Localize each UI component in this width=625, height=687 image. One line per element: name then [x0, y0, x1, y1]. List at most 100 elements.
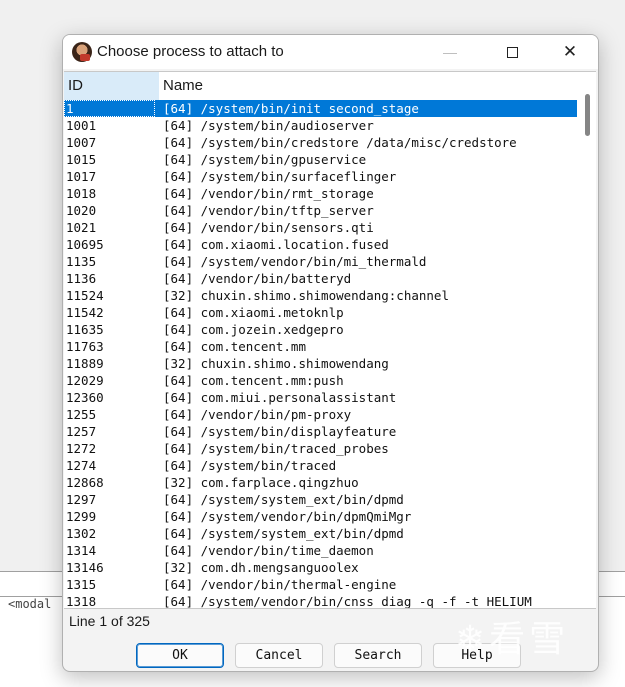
scrollbar-thumb[interactable]	[585, 94, 590, 136]
process-id: 1315	[66, 577, 97, 592]
title-bar: Choose process to attach to — ✕	[63, 35, 598, 69]
process-name: [64] /system/bin/surfaceflinger	[163, 169, 397, 184]
process-row[interactable]: 1297 [64] /system/system_ext/bin/dpmd	[64, 491, 577, 508]
vertical-scrollbar[interactable]	[579, 72, 596, 608]
process-row[interactable]: 1007 [64] /system/bin/credstore /data/mis…	[64, 134, 577, 151]
minimize-button[interactable]: —	[427, 35, 473, 69]
process-name: [64] com.jozein.xedgepro	[163, 322, 344, 337]
process-id: 13146	[66, 560, 104, 575]
process-row[interactable]: 1136 [64] /vendor/bin/batteryd	[64, 270, 577, 287]
process-id: 10695	[66, 237, 104, 252]
process-name: [64] com.tencent.mm	[163, 339, 306, 354]
process-name: [64] /vendor/bin/thermal-engine	[163, 577, 397, 592]
process-id: 1021	[66, 220, 97, 235]
process-row[interactable]: 1318 [64] /system/vendor/bin/cnss_diag -q…	[64, 593, 577, 609]
process-row[interactable]: 11524 [32] chuxin.shimo.shimowendang:chan…	[64, 287, 577, 304]
process-row[interactable]: 10695 [64] com.xiaomi.location.fused	[64, 236, 577, 253]
process-name: [64] /vendor/bin/batteryd	[163, 271, 352, 286]
process-row[interactable]: 12360 [64] com.miui.personalassistant	[64, 389, 577, 406]
process-row[interactable]: 1 [64] /system/bin/init second_stage	[64, 100, 577, 117]
process-id: 11542	[66, 305, 104, 320]
cancel-button[interactable]: Cancel	[235, 643, 323, 668]
process-row[interactable]: 12029 [64] com.tencent.mm:push	[64, 372, 577, 389]
process-name: [32] com.farplace.qingzhuo	[163, 475, 359, 490]
process-id: 1272	[66, 441, 97, 456]
process-id: 1314	[66, 543, 97, 558]
process-name: [64] /system/bin/init second_stage	[163, 101, 419, 116]
process-id: 11635	[66, 322, 104, 337]
attach-process-dialog: Choose process to attach to — ✕ ID Name …	[62, 34, 599, 672]
dialog-title: Choose process to attach to	[97, 43, 284, 60]
process-list[interactable]: ID Name 1 [64] /system/bin/init second_st…	[64, 71, 596, 609]
close-button[interactable]: ✕	[547, 35, 593, 69]
search-button[interactable]: Search	[334, 643, 422, 668]
process-row[interactable]: 1001 [64] /system/bin/audioserver	[64, 117, 577, 134]
process-name: [64] /system/bin/traced_probes	[163, 441, 389, 456]
process-id: 1	[64, 100, 155, 117]
process-name: [64] com.xiaomi.location.fused	[163, 237, 389, 252]
process-id: 1257	[66, 424, 97, 439]
maximize-button[interactable]	[489, 35, 535, 69]
process-id: 1007	[66, 135, 97, 150]
process-name: [64] /system/bin/displayfeature	[163, 424, 397, 439]
maximize-icon	[506, 46, 518, 58]
process-name: [64] /system/vendor/bin/cnss_diag -q -f …	[163, 594, 532, 609]
process-name: [64] /system/bin/gpuservice	[163, 152, 367, 167]
process-id: 1020	[66, 203, 97, 218]
process-row[interactable]: 1302 [64] /system/system_ext/bin/dpmd	[64, 525, 577, 542]
process-name: [64] /system/vendor/bin/dpmQmiMgr	[163, 509, 412, 524]
process-row[interactable]: 13146 [32] com.dh.mengsanguoolex	[64, 559, 577, 576]
process-row[interactable]: 1314 [64] /vendor/bin/time_daemon	[64, 542, 577, 559]
process-row[interactable]: 1135 [64] /system/vendor/bin/mi_thermald	[64, 253, 577, 270]
process-row[interactable]: 11889 [32] chuxin.shimo.shimowendang	[64, 355, 577, 372]
list-header: ID Name	[64, 72, 579, 100]
process-row[interactable]: 1015 [64] /system/bin/gpuservice	[64, 151, 577, 168]
process-id: 1299	[66, 509, 97, 524]
process-name: [64] /vendor/bin/sensors.qti	[163, 220, 374, 235]
process-row[interactable]: 1257 [64] /system/bin/displayfeature	[64, 423, 577, 440]
process-id: 11889	[66, 356, 104, 371]
process-row[interactable]: 11763 [64] com.tencent.mm	[64, 338, 577, 355]
process-name: [64] com.tencent.mm:push	[163, 373, 344, 388]
process-id: 12868	[66, 475, 104, 490]
process-name: [64] /system/bin/credstore /data/misc/cr…	[163, 135, 517, 150]
process-row[interactable]: 1021 [64] /vendor/bin/sensors.qti	[64, 219, 577, 236]
process-id: 11524	[66, 288, 104, 303]
process-name: [64] /system/bin/traced	[163, 458, 337, 473]
process-row[interactable]: 1017 [64] /system/bin/surfaceflinger	[64, 168, 577, 185]
process-row[interactable]: 1274 [64] /system/bin/traced	[64, 457, 577, 474]
process-row[interactable]: 1020 [64] /vendor/bin/tftp_server	[64, 202, 577, 219]
process-name: [64] /vendor/bin/pm-proxy	[163, 407, 352, 422]
process-row[interactable]: 1255 [64] /vendor/bin/pm-proxy	[64, 406, 577, 423]
process-name: [64] /system/vendor/bin/mi_thermald	[163, 254, 427, 269]
process-id: 1135	[66, 254, 97, 269]
process-row[interactable]: 1272 [64] /system/bin/traced_probes	[64, 440, 577, 457]
process-name: [64] /vendor/bin/time_daemon	[163, 543, 374, 558]
process-id: 1018	[66, 186, 97, 201]
app-icon	[72, 42, 92, 62]
process-name: [64] com.miui.personalassistant	[163, 390, 397, 405]
process-id: 1302	[66, 526, 97, 541]
process-rows: 1 [64] /system/bin/init second_stage 1001 […	[64, 100, 577, 609]
process-name: [32] com.dh.mengsanguoolex	[163, 560, 359, 575]
ok-button[interactable]: OK	[136, 643, 224, 668]
column-header-id[interactable]: ID	[64, 72, 159, 100]
process-id: 1136	[66, 271, 97, 286]
process-row[interactable]: 1018 [64] /vendor/bin/rmt_storage	[64, 185, 577, 202]
process-id: 1274	[66, 458, 97, 473]
process-id: 1297	[66, 492, 97, 507]
process-row[interactable]: 1315 [64] /vendor/bin/thermal-engine	[64, 576, 577, 593]
process-id: 12360	[66, 390, 104, 405]
process-name: [64] /system/bin/audioserver	[163, 118, 374, 133]
process-row[interactable]: 12868 [32] com.farplace.qingzhuo	[64, 474, 577, 491]
process-id: 1001	[66, 118, 97, 133]
process-row[interactable]: 11542 [64] com.xiaomi.metoknlp	[64, 304, 577, 321]
process-row[interactable]: 1299 [64] /system/vendor/bin/dpmQmiMgr	[64, 508, 577, 525]
process-id: 1017	[66, 169, 97, 184]
process-id: 11763	[66, 339, 104, 354]
process-id: 1255	[66, 407, 97, 422]
process-id: 1318	[66, 594, 97, 609]
column-header-name[interactable]: Name	[159, 72, 579, 100]
process-row[interactable]: 11635 [64] com.jozein.xedgepro	[64, 321, 577, 338]
process-id: 1015	[66, 152, 97, 167]
